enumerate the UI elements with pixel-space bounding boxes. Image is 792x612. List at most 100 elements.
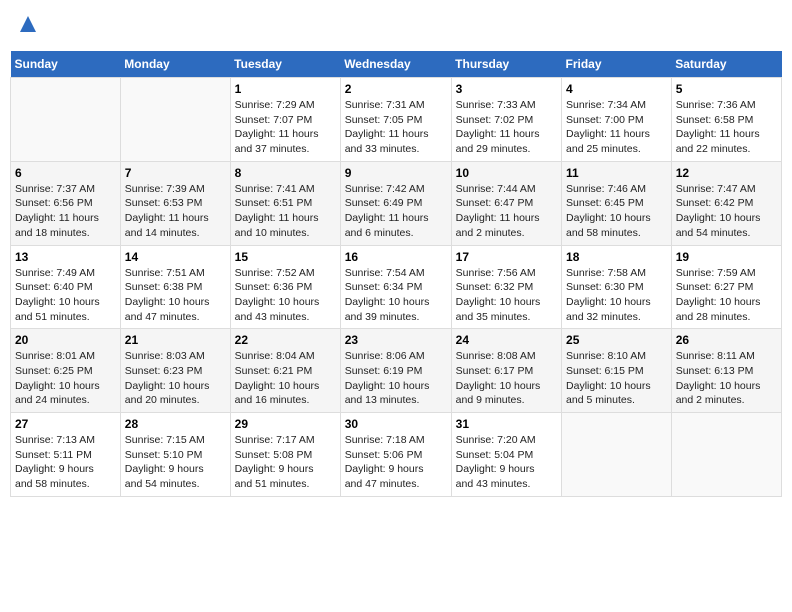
day-info: Sunrise: 7:34 AM Sunset: 7:00 PM Dayligh… (566, 98, 667, 157)
day-number: 18 (566, 250, 667, 264)
page-header (10, 10, 782, 43)
header-day-tuesday: Tuesday (230, 51, 340, 78)
calendar-cell: 9 Sunrise: 7:42 AM Sunset: 6:49 PM Daylig… (340, 161, 451, 245)
header-day-wednesday: Wednesday (340, 51, 451, 78)
header-row: SundayMondayTuesdayWednesdayThursdayFrid… (11, 51, 782, 78)
calendar-cell (562, 413, 672, 497)
calendar-cell: 25Sunrise: 8:10 AM Sunset: 6:15 PM Dayli… (562, 329, 672, 413)
day-number: 16 (345, 250, 447, 264)
calendar-cell: 24 Sunrise: 8:08 AM Sunset: 6:17 PM Dayli… (451, 329, 561, 413)
day-number: 11 (566, 166, 667, 180)
day-number: 4 (566, 82, 667, 96)
day-number: 12 (676, 166, 777, 180)
calendar-cell: 3 Sunrise: 7:33 AM Sunset: 7:02 PM Daylig… (451, 78, 561, 162)
day-info: Sunrise: 7:39 AM Sunset: 6:53 PM Dayligh… (125, 182, 226, 241)
calendar-cell: 13Sunrise: 7:49 AM Sunset: 6:40 PM Dayli… (11, 245, 121, 329)
day-number: 24 (456, 333, 557, 347)
day-info: Sunrise: 8:04 AM Sunset: 6:21 PM Dayligh… (235, 349, 336, 408)
day-number: 14 (125, 250, 226, 264)
day-number: 17 (456, 250, 557, 264)
day-info: Sunrise: 7:46 AM Sunset: 6:45 PM Dayligh… (566, 182, 667, 241)
day-info: Sunrise: 7:37 AM Sunset: 6:56 PM Dayligh… (15, 182, 116, 241)
day-number: 15 (235, 250, 336, 264)
calendar-table: SundayMondayTuesdayWednesdayThursdayFrid… (10, 51, 782, 497)
day-info: Sunrise: 7:58 AM Sunset: 6:30 PM Dayligh… (566, 266, 667, 325)
calendar-cell: 21 Sunrise: 8:03 AM Sunset: 6:23 PM Dayli… (120, 329, 230, 413)
day-number: 31 (456, 417, 557, 431)
day-info: Sunrise: 8:08 AM Sunset: 6:17 PM Dayligh… (456, 349, 557, 408)
calendar-cell: 1 Sunrise: 7:29 AM Sunset: 7:07 PM Daylig… (230, 78, 340, 162)
day-info: Sunrise: 7:17 AM Sunset: 5:08 PM Dayligh… (235, 433, 336, 492)
day-info: Sunrise: 7:29 AM Sunset: 7:07 PM Dayligh… (235, 98, 336, 157)
header-day-saturday: Saturday (671, 51, 781, 78)
logo-text (16, 14, 38, 39)
day-info: Sunrise: 7:42 AM Sunset: 6:49 PM Dayligh… (345, 182, 447, 241)
calendar-cell: 17 Sunrise: 7:56 AM Sunset: 6:32 PM Dayli… (451, 245, 561, 329)
day-info: Sunrise: 7:54 AM Sunset: 6:34 PM Dayligh… (345, 266, 447, 325)
calendar-cell: 28Sunrise: 7:15 AM Sunset: 5:10 PM Dayli… (120, 413, 230, 497)
calendar-cell: 22 Sunrise: 8:04 AM Sunset: 6:21 PM Dayli… (230, 329, 340, 413)
day-number: 7 (125, 166, 226, 180)
calendar-cell: 19 Sunrise: 7:59 AM Sunset: 6:27 PM Dayli… (671, 245, 781, 329)
calendar-cell: 8 Sunrise: 7:41 AM Sunset: 6:51 PM Daylig… (230, 161, 340, 245)
calendar-week-0: 1 Sunrise: 7:29 AM Sunset: 7:07 PM Daylig… (11, 78, 782, 162)
day-number: 6 (15, 166, 116, 180)
day-number: 8 (235, 166, 336, 180)
day-number: 19 (676, 250, 777, 264)
day-number: 21 (125, 333, 226, 347)
calendar-cell: 2Sunrise: 7:31 AM Sunset: 7:05 PM Daylig… (340, 78, 451, 162)
calendar-header: SundayMondayTuesdayWednesdayThursdayFrid… (11, 51, 782, 78)
day-info: Sunrise: 7:18 AM Sunset: 5:06 PM Dayligh… (345, 433, 447, 492)
day-info: Sunrise: 7:33 AM Sunset: 7:02 PM Dayligh… (456, 98, 557, 157)
day-info: Sunrise: 7:13 AM Sunset: 5:11 PM Dayligh… (15, 433, 116, 492)
day-info: Sunrise: 8:01 AM Sunset: 6:25 PM Dayligh… (15, 349, 116, 408)
logo (16, 14, 38, 39)
calendar-cell: 16 Sunrise: 7:54 AM Sunset: 6:34 PM Dayli… (340, 245, 451, 329)
day-number: 28 (125, 417, 226, 431)
calendar-week-4: 27 Sunrise: 7:13 AM Sunset: 5:11 PM Dayli… (11, 413, 782, 497)
calendar-cell: 31 Sunrise: 7:20 AM Sunset: 5:04 PM Dayli… (451, 413, 561, 497)
calendar-cell: 4 Sunrise: 7:34 AM Sunset: 7:00 PM Daylig… (562, 78, 672, 162)
day-info: Sunrise: 7:20 AM Sunset: 5:04 PM Dayligh… (456, 433, 557, 492)
day-info: Sunrise: 7:56 AM Sunset: 6:32 PM Dayligh… (456, 266, 557, 325)
day-number: 1 (235, 82, 336, 96)
day-info: Sunrise: 8:06 AM Sunset: 6:19 PM Dayligh… (345, 349, 447, 408)
calendar-cell: 18 Sunrise: 7:58 AM Sunset: 6:30 PM Dayli… (562, 245, 672, 329)
day-number: 2 (345, 82, 447, 96)
calendar-cell: 10 Sunrise: 7:44 AM Sunset: 6:47 PM Dayli… (451, 161, 561, 245)
day-number: 3 (456, 82, 557, 96)
day-info: Sunrise: 7:51 AM Sunset: 6:38 PM Dayligh… (125, 266, 226, 325)
day-number: 9 (345, 166, 447, 180)
calendar-cell: 30 Sunrise: 7:18 AM Sunset: 5:06 PM Dayli… (340, 413, 451, 497)
logo-icon (18, 14, 38, 34)
day-number: 27 (15, 417, 116, 431)
day-number: 10 (456, 166, 557, 180)
calendar-cell: 27 Sunrise: 7:13 AM Sunset: 5:11 PM Dayli… (11, 413, 121, 497)
day-number: 29 (235, 417, 336, 431)
day-number: 30 (345, 417, 447, 431)
day-number: 22 (235, 333, 336, 347)
calendar-cell: 20 Sunrise: 8:01 AM Sunset: 6:25 PM Dayli… (11, 329, 121, 413)
calendar-cell: 14 Sunrise: 7:51 AM Sunset: 6:38 PM Dayli… (120, 245, 230, 329)
calendar-cell: 15 Sunrise: 7:52 AM Sunset: 6:36 PM Dayli… (230, 245, 340, 329)
header-day-sunday: Sunday (11, 51, 121, 78)
day-info: Sunrise: 7:59 AM Sunset: 6:27 PM Dayligh… (676, 266, 777, 325)
day-number: 5 (676, 82, 777, 96)
calendar-cell: 26Sunrise: 8:11 AM Sunset: 6:13 PM Dayli… (671, 329, 781, 413)
day-number: 25 (566, 333, 667, 347)
calendar-cell: 6 Sunrise: 7:37 AM Sunset: 6:56 PM Daylig… (11, 161, 121, 245)
day-number: 23 (345, 333, 447, 347)
day-info: Sunrise: 7:41 AM Sunset: 6:51 PM Dayligh… (235, 182, 336, 241)
calendar-cell: 29 Sunrise: 7:17 AM Sunset: 5:08 PM Dayli… (230, 413, 340, 497)
day-info: Sunrise: 8:03 AM Sunset: 6:23 PM Dayligh… (125, 349, 226, 408)
day-number: 20 (15, 333, 116, 347)
header-day-friday: Friday (562, 51, 672, 78)
day-info: Sunrise: 7:44 AM Sunset: 6:47 PM Dayligh… (456, 182, 557, 241)
calendar-cell: 12Sunrise: 7:47 AM Sunset: 6:42 PM Dayli… (671, 161, 781, 245)
day-info: Sunrise: 7:52 AM Sunset: 6:36 PM Dayligh… (235, 266, 336, 325)
calendar-week-3: 20 Sunrise: 8:01 AM Sunset: 6:25 PM Dayli… (11, 329, 782, 413)
calendar-week-1: 6 Sunrise: 7:37 AM Sunset: 6:56 PM Daylig… (11, 161, 782, 245)
calendar-week-2: 13Sunrise: 7:49 AM Sunset: 6:40 PM Dayli… (11, 245, 782, 329)
calendar-cell (671, 413, 781, 497)
day-number: 13 (15, 250, 116, 264)
